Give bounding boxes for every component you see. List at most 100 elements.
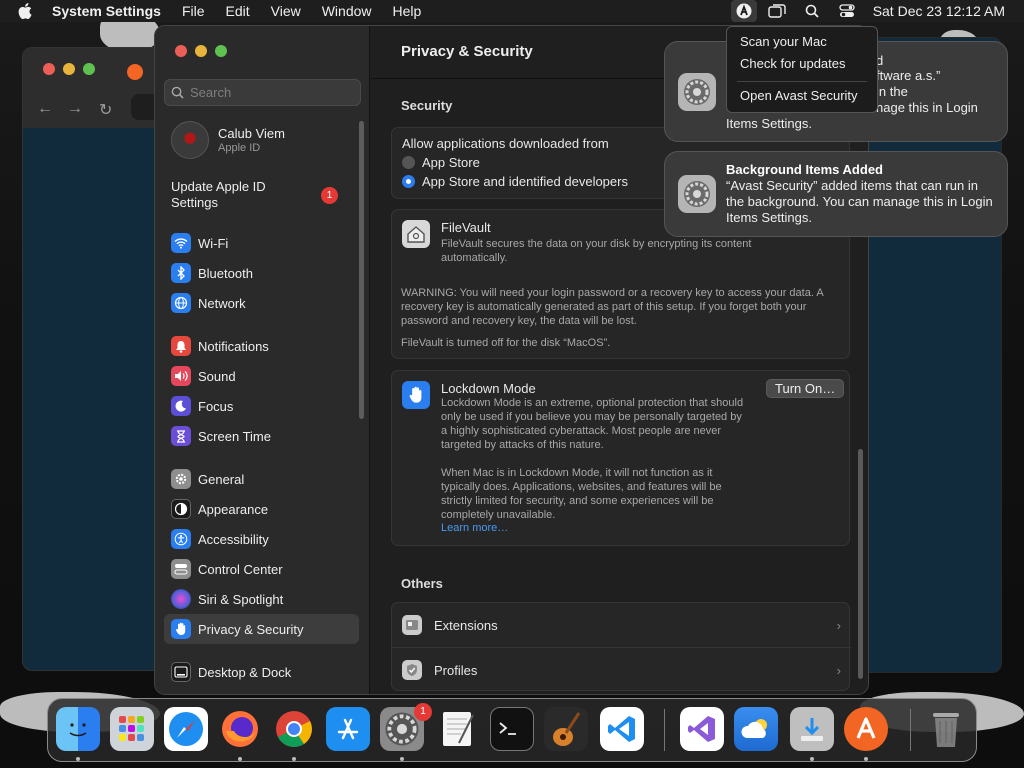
sidebar-item-label: Bluetooth bbox=[198, 265, 253, 281]
sidebar-item-notifications[interactable]: Notifications bbox=[164, 331, 359, 361]
apple-id-account[interactable]: Calub Viem Apple ID bbox=[171, 121, 285, 159]
filevault-warning: WARNING: You will need your login passwo… bbox=[401, 287, 824, 327]
lockdown-hand-icon bbox=[402, 381, 430, 409]
visual-studio-icon[interactable] bbox=[680, 707, 724, 751]
apple-menu-icon[interactable] bbox=[18, 3, 36, 19]
chevron-right-icon: › bbox=[836, 617, 841, 633]
sidebar-item-label: Screen Time bbox=[198, 428, 271, 444]
weather-icon[interactable] bbox=[734, 707, 778, 751]
extensions-row[interactable]: Extensions › bbox=[392, 603, 851, 647]
notif2-body: “Avast Security” added items that can ru… bbox=[726, 178, 993, 225]
account-name: Calub Viem bbox=[218, 126, 285, 141]
hourglass-icon bbox=[171, 426, 191, 446]
running-indicator bbox=[238, 757, 242, 761]
sidebar-item-bluetooth[interactable]: Bluetooth bbox=[164, 258, 359, 288]
sidebar-item-focus[interactable]: Focus bbox=[164, 391, 359, 421]
profiles-row[interactable]: Profiles › bbox=[392, 648, 851, 692]
bluetooth-icon bbox=[171, 263, 191, 283]
content-scrollbar[interactable] bbox=[858, 449, 863, 679]
downloads-icon[interactable] bbox=[790, 707, 834, 751]
menu-edit[interactable]: Edit bbox=[226, 3, 250, 19]
app-store-icon[interactable] bbox=[326, 707, 370, 751]
menu-window[interactable]: Window bbox=[322, 3, 372, 19]
sidebar-item-label: General bbox=[198, 471, 245, 487]
zoom-icon[interactable] bbox=[215, 45, 227, 57]
avast-dock-icon[interactable] bbox=[844, 707, 888, 751]
sidebar-item-appearance[interactable]: Appearance bbox=[164, 494, 359, 524]
menu-open-avast[interactable]: Open Avast Security bbox=[727, 88, 877, 110]
update-apple-id-item[interactable]: Update Apple ID Settings 1 bbox=[171, 179, 351, 211]
sidebar-item-privacy-security[interactable]: Privacy & Security bbox=[164, 614, 359, 644]
filevault-status: FileVault is turned off for the disk “Ma… bbox=[401, 337, 611, 349]
spotlight-search-icon[interactable] bbox=[801, 0, 823, 22]
menu-view[interactable]: View bbox=[271, 3, 301, 19]
running-indicator bbox=[810, 757, 814, 761]
extensions-label: Extensions bbox=[434, 617, 498, 633]
menu-help[interactable]: Help bbox=[393, 3, 422, 19]
control-center-icon[interactable] bbox=[836, 0, 858, 22]
menu-clock[interactable]: Sat Dec 23 12:12 AM bbox=[873, 3, 1005, 19]
filevault-title: FileVault bbox=[441, 220, 491, 235]
window-switcher-icon[interactable] bbox=[766, 0, 788, 22]
reload-icon[interactable]: ↻ bbox=[99, 100, 112, 120]
sidebar-item-siri-spotlight[interactable]: Siri & Spotlight bbox=[164, 584, 359, 614]
search-input[interactable] bbox=[190, 85, 350, 100]
sidebar: Calub Viem Apple ID Update Apple ID Sett… bbox=[155, 26, 370, 694]
menu-check-updates[interactable]: Check for updates bbox=[727, 56, 877, 78]
menu-file[interactable]: File bbox=[182, 3, 205, 19]
sidebar-item-desktop-dock[interactable]: Desktop & Dock bbox=[164, 657, 359, 687]
dock-icon bbox=[171, 662, 191, 682]
search-field[interactable] bbox=[164, 79, 361, 106]
garageband-icon[interactable] bbox=[544, 707, 588, 751]
sidebar-item-wifi[interactable]: Wi-Fi bbox=[164, 228, 359, 258]
browser-minimize-icon[interactable] bbox=[63, 63, 75, 75]
speaker-icon bbox=[171, 366, 191, 386]
avast-tab-icon[interactable] bbox=[127, 64, 143, 80]
extensions-icon bbox=[402, 615, 422, 635]
globe-icon bbox=[171, 293, 191, 313]
back-arrow-icon[interactable]: ← bbox=[37, 100, 53, 118]
chrome-icon[interactable] bbox=[272, 707, 316, 751]
launchpad-icon[interactable] bbox=[110, 707, 154, 751]
terminal-icon[interactable] bbox=[490, 707, 534, 751]
browser-zoom-icon[interactable] bbox=[83, 63, 95, 75]
menu-scan-mac[interactable]: Scan your Mac bbox=[727, 34, 877, 56]
close-icon[interactable] bbox=[175, 45, 187, 57]
sidebar-item-label: Focus bbox=[198, 398, 234, 414]
menu-bar: System Settings File Edit View Window He… bbox=[0, 0, 1024, 22]
avast-status-icon[interactable] bbox=[730, 0, 757, 22]
minimize-icon[interactable] bbox=[195, 45, 207, 57]
turn-on-button[interactable]: Turn On… bbox=[766, 379, 845, 398]
browser-close-icon[interactable] bbox=[43, 63, 55, 75]
forward-arrow-icon[interactable]: → bbox=[67, 100, 83, 118]
firefox-icon[interactable] bbox=[218, 707, 262, 751]
notif1-line3: in the bbox=[876, 84, 908, 99]
sidebar-item-sound[interactable]: Sound bbox=[164, 361, 359, 391]
dock: 1 bbox=[47, 698, 977, 762]
radio-identified-dot[interactable] bbox=[402, 175, 415, 188]
control-center-icon bbox=[171, 559, 191, 579]
vscode-icon[interactable] bbox=[600, 707, 644, 751]
sidebar-item-screen-time[interactable]: Screen Time bbox=[164, 421, 359, 451]
trash-icon[interactable] bbox=[924, 707, 968, 751]
sidebar-scrollbar[interactable] bbox=[359, 121, 364, 419]
finder-icon[interactable] bbox=[56, 707, 100, 751]
avast-menu: Scan your Mac Check for updates Open Ava… bbox=[726, 26, 878, 113]
notif2-title: Background Items Added bbox=[726, 162, 883, 177]
menu-app-name[interactable]: System Settings bbox=[52, 3, 161, 19]
others-heading: Others bbox=[401, 576, 443, 591]
page-title: Privacy & Security bbox=[401, 43, 533, 60]
sidebar-item-accessibility[interactable]: Accessibility bbox=[164, 524, 359, 554]
notification-background-items[interactable]: Background Items Added “Avast Security” … bbox=[664, 151, 1008, 237]
learn-more-link[interactable]: Learn more… bbox=[441, 522, 508, 534]
textedit-icon[interactable] bbox=[436, 707, 480, 751]
filevault-desc: FileVault secures the data on your disk … bbox=[441, 238, 752, 264]
radio-app-store-dot[interactable] bbox=[402, 156, 415, 169]
sidebar-item-general[interactable]: General bbox=[164, 464, 359, 494]
account-subtitle: Apple ID bbox=[218, 142, 261, 154]
sidebar-item-network[interactable]: Network bbox=[164, 288, 359, 318]
safari-icon[interactable] bbox=[164, 707, 208, 751]
lockdown-card: Lockdown Mode Turn On… Lockdown Mode is … bbox=[391, 370, 850, 546]
sidebar-item-control-center[interactable]: Control Center bbox=[164, 554, 359, 584]
search-icon bbox=[171, 86, 184, 99]
